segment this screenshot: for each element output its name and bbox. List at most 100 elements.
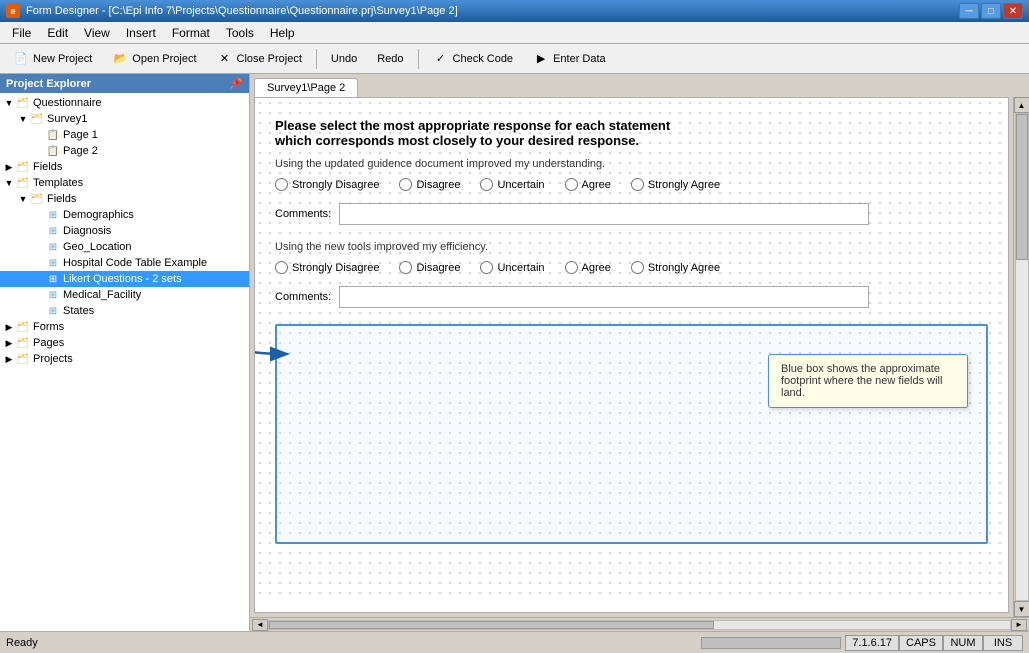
tree-hospital[interactable]: ⊞ Hospital Code Table Example — [0, 255, 249, 271]
expander-page1[interactable] — [32, 128, 46, 142]
question2-comment-row: Comments: — [275, 286, 988, 308]
expander-templates[interactable]: ▼ — [2, 176, 16, 190]
vscroll-down-button[interactable]: ▼ — [1014, 601, 1029, 617]
vscroll-track[interactable] — [1015, 113, 1029, 601]
hscroll-left-button[interactable]: ◄ — [252, 619, 268, 631]
expander-page2[interactable] — [32, 144, 46, 158]
form-canvas: Please select the most appropriate respo… — [254, 97, 1009, 613]
q2-agree[interactable]: Agree — [565, 261, 611, 274]
tree-medical[interactable]: ⊞ Medical_Facility — [0, 287, 249, 303]
tree-survey1[interactable]: ▼ 🗂 Survey1 — [0, 111, 249, 127]
states-icon: ⊞ — [46, 304, 60, 318]
tree-projects[interactable]: ▶ 🗂 Projects — [0, 351, 249, 367]
diagnosis-icon: ⊞ — [46, 224, 60, 238]
vertical-scrollbar[interactable]: ▲ ▼ — [1013, 97, 1029, 617]
question1-label: Using the updated guidence document impr… — [275, 158, 988, 170]
enter-data-icon: ▶ — [533, 51, 549, 67]
check-code-button[interactable]: ✓ Check Code — [424, 47, 523, 71]
vscroll-thumb[interactable] — [1016, 114, 1028, 260]
projects-icon: 🗂 — [16, 352, 30, 366]
medical-icon: ⊞ — [46, 288, 60, 302]
expander-questionnaire[interactable]: ▼ — [2, 96, 16, 110]
status-right: 7.1.6.17 CAPS NUM INS — [697, 635, 1023, 651]
page2-icon: 📋 — [46, 144, 60, 158]
tree-states[interactable]: ⊞ States — [0, 303, 249, 319]
tree-fields-root[interactable]: ▶ 🗂 Fields — [0, 159, 249, 175]
hscroll-track[interactable] — [268, 620, 1011, 630]
undo-button[interactable]: Undo — [322, 47, 366, 71]
open-project-button[interactable]: 📂 Open Project — [103, 47, 205, 71]
explorer-title: Project Explorer — [6, 78, 91, 90]
window-controls[interactable]: ─ □ ✕ — [959, 3, 1023, 19]
explorer-pin-icon[interactable]: 📌 — [229, 77, 243, 90]
tree-geo-location[interactable]: ⊞ Geo_Location — [0, 239, 249, 255]
expander-demographics[interactable] — [32, 208, 46, 222]
tree-diagnosis[interactable]: ⊞ Diagnosis — [0, 223, 249, 239]
tree-page1[interactable]: 📋 Page 1 — [0, 127, 249, 143]
tab-bar: Survey1\Page 2 — [250, 74, 1029, 97]
expander-fields-root[interactable]: ▶ — [2, 160, 16, 174]
question1-comment-row: Comments: — [275, 203, 988, 225]
redo-button[interactable]: Redo — [368, 47, 412, 71]
q1-uncertain[interactable]: Uncertain — [480, 178, 544, 191]
menu-insert[interactable]: Insert — [118, 22, 164, 43]
menu-tools[interactable]: Tools — [218, 22, 262, 43]
tree-fields-template[interactable]: ▼ 🗂 Fields — [0, 191, 249, 207]
menu-edit[interactable]: Edit — [39, 22, 76, 43]
menu-format[interactable]: Format — [164, 22, 218, 43]
q2-strongly-agree[interactable]: Strongly Agree — [631, 261, 720, 274]
question2-label: Using the new tools improved my efficien… — [275, 241, 988, 253]
main-layout: Project Explorer 📌 ▼ 🗂 Questionnaire ▼ 🗂… — [0, 74, 1029, 631]
q1-comment-input[interactable] — [339, 203, 869, 225]
new-project-button[interactable]: 📄 New Project — [4, 47, 101, 71]
hscroll-right-button[interactable]: ► — [1011, 619, 1027, 631]
tree-likert[interactable]: ⊞ Likert Questions - 2 sets — [0, 271, 249, 287]
expander-survey1[interactable]: ▼ — [16, 112, 30, 126]
tree-templates[interactable]: ▼ 🗂 Templates — [0, 175, 249, 191]
q1-agree[interactable]: Agree — [565, 178, 611, 191]
likert-icon: ⊞ — [46, 272, 60, 286]
tab-survey1-page2[interactable]: Survey1\Page 2 — [254, 78, 358, 98]
menu-view[interactable]: View — [76, 22, 118, 43]
folder-icon: 🗂 — [16, 96, 30, 110]
q2-comment-input[interactable] — [339, 286, 869, 308]
menu-file[interactable]: File — [4, 22, 39, 43]
tree-forms[interactable]: ▶ 🗂 Forms — [0, 319, 249, 335]
q2-strongly-disagree[interactable]: Strongly Disagree — [275, 261, 379, 274]
menu-help[interactable]: Help — [262, 22, 303, 43]
q2-uncertain[interactable]: Uncertain — [480, 261, 544, 274]
q1-strongly-disagree[interactable]: Strongly Disagree — [275, 178, 379, 191]
q1-disagree[interactable]: Disagree — [399, 178, 460, 191]
tree-page2[interactable]: 📋 Page 2 — [0, 143, 249, 159]
check-code-icon: ✓ — [433, 51, 449, 67]
survey1-icon: 🗂 — [30, 112, 44, 126]
toolbar-separator-2 — [418, 49, 419, 69]
footprint-area: Blue box shows the approximate footprint… — [275, 324, 988, 544]
app-icon: e — [6, 4, 20, 18]
tree-questionnaire[interactable]: ▼ 🗂 Questionnaire — [0, 95, 249, 111]
close-project-button[interactable]: ✕ Close Project — [208, 47, 311, 71]
status-version: 7.1.6.17 — [845, 635, 899, 651]
q1-strongly-agree[interactable]: Strongly Agree — [631, 178, 720, 191]
tree-demographics[interactable]: ⊞ Demographics — [0, 207, 249, 223]
status-ins: INS — [983, 635, 1023, 651]
page1-icon: 📋 — [46, 128, 60, 142]
project-explorer: Project Explorer 📌 ▼ 🗂 Questionnaire ▼ 🗂… — [0, 74, 250, 631]
q2-disagree[interactable]: Disagree — [399, 261, 460, 274]
expander-fields-template[interactable]: ▼ — [16, 192, 30, 206]
minimize-button[interactable]: ─ — [959, 3, 979, 19]
form-title: Please select the most appropriate respo… — [275, 118, 775, 148]
horizontal-scrollbar[interactable]: ◄ ► — [250, 617, 1029, 631]
tree-pages[interactable]: ▶ 🗂 Pages — [0, 335, 249, 351]
close-project-icon: ✕ — [217, 51, 233, 67]
close-button[interactable]: ✕ — [1003, 3, 1023, 19]
new-project-icon: 📄 — [13, 51, 29, 67]
enter-data-button[interactable]: ▶ Enter Data — [524, 47, 615, 71]
canvas-wrapper: Please select the most appropriate respo… — [250, 97, 1029, 617]
hscroll-thumb[interactable] — [269, 621, 714, 629]
vscroll-up-button[interactable]: ▲ — [1014, 97, 1029, 113]
status-indicator — [701, 637, 841, 649]
maximize-button[interactable]: □ — [981, 3, 1001, 19]
toolbar: 📄 New Project 📂 Open Project ✕ Close Pro… — [0, 44, 1029, 74]
status-num: NUM — [943, 635, 983, 651]
